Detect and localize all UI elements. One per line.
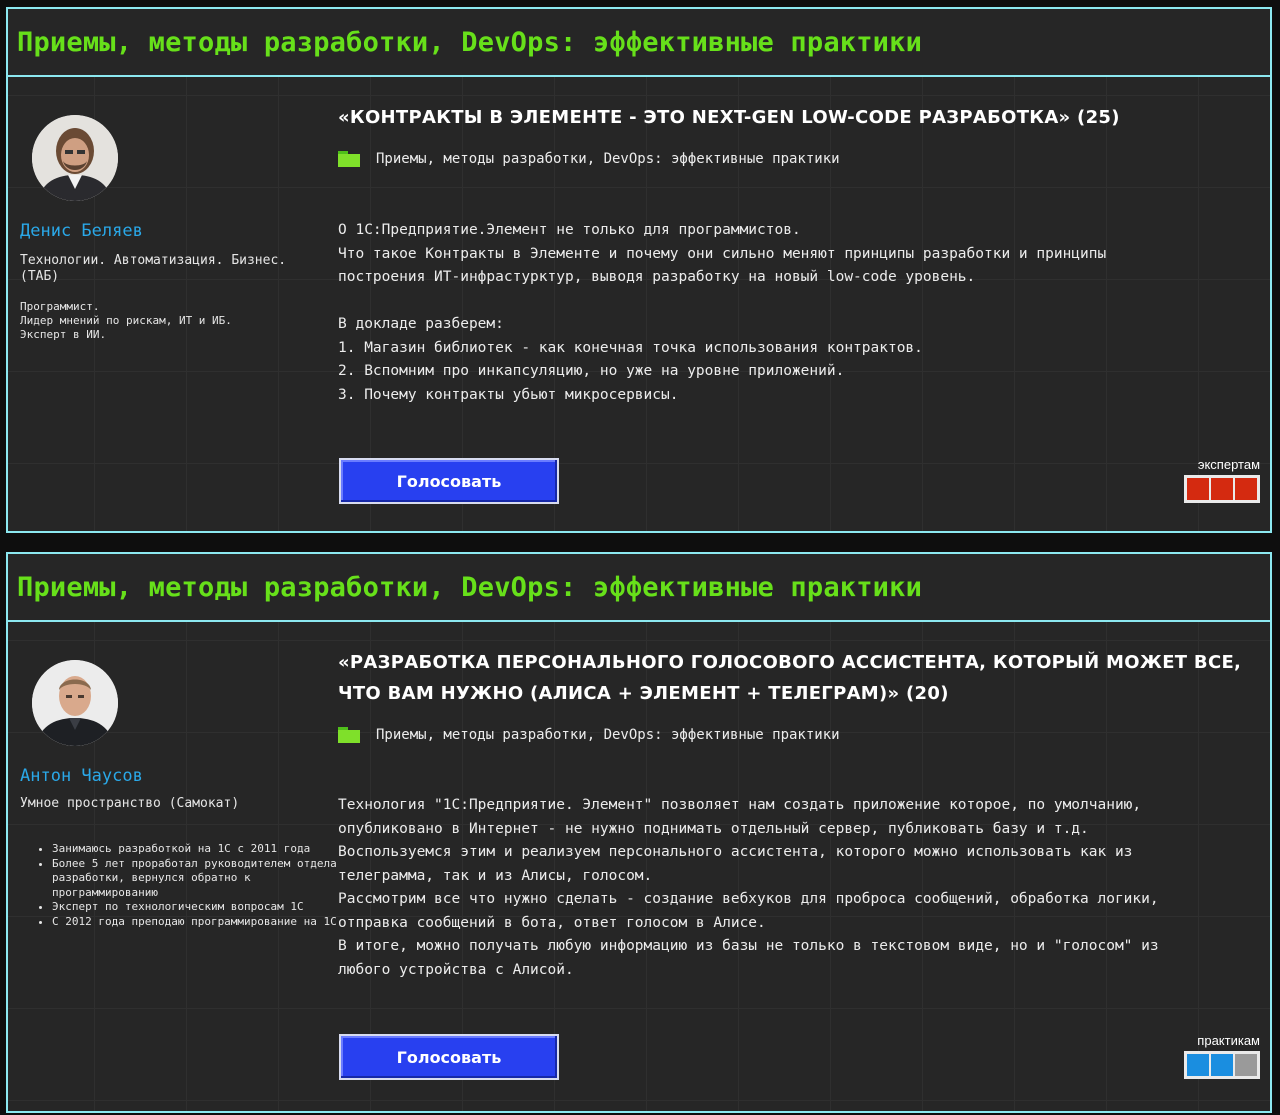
talk-description: О 1С:Предприятие.Элемент не только для п… [338,219,1238,407]
category-row: Приемы, методы разработки, DevOps: эффек… [338,151,840,167]
talk-title[interactable]: «КОНТРАКТЫ В ЭЛЕМЕНТЕ - ЭТО NEXT-GEN LOW… [338,102,1248,133]
speaker-avatar [32,660,118,746]
category-row: Приемы, методы разработки, DevOps: эффек… [338,727,840,743]
description-line: опубликовано в Интернет - не нужно подни… [338,820,1089,837]
vote-button[interactable]: Голосовать [339,458,559,504]
rating-boxes [1184,475,1260,503]
speaker-avatar [32,115,118,201]
description-line: Рассмотрим все что нужно сделать - созда… [338,891,1159,907]
bio-item: Более 5 лет проработал руководителем отд… [52,857,348,901]
category-label: Приемы, методы разработки, DevOps: эффек… [376,151,840,167]
description-line [338,290,1238,314]
track-title: Приемы, методы разработки, DevOps: эффек… [17,26,923,58]
bio-line: Лидер мнений по рискам, ИТ и ИБ. [20,314,232,327]
bio-item: Занимаюсь разработкой на 1С с 2011 года [52,842,348,857]
rating-badge: практикам [1184,1033,1260,1079]
rating-box [1235,478,1257,500]
rating-badge: экспертам [1184,457,1260,503]
track-title: Приемы, методы разработки, DevOps: эффек… [17,571,923,603]
bio-item: С 2012 года преподаю программирование на… [52,915,348,930]
rating-box [1187,1054,1209,1076]
speaker-company: Умное пространство (Самокат) [20,796,240,811]
talk-title[interactable]: «РАЗРАБОТКА ПЕРСОНАЛЬНОГО ГОЛОСОВОГО АСС… [338,647,1248,709]
bio-line: Эксперт в ИИ. [20,328,107,341]
rating-boxes [1184,1051,1260,1079]
bio-line: Программист. [20,300,100,313]
description-line: 3. Почему контракты убьют микросервисы. [338,386,679,403]
description-line: В итоге, можно получать любую информацию… [338,938,1159,954]
rating-label: экспертам [1197,457,1260,472]
speaker-company: Технологии. Автоматизация. Бизнес. (ТАБ) [20,253,287,284]
rating-box [1187,478,1209,500]
speaker-name[interactable]: Антон Чаусов [20,766,143,786]
description-line: О 1С:Предприятие.Элемент не только для п… [338,222,801,238]
speaker-bio: Программист. Лидер мнений по рискам, ИТ … [20,300,320,342]
talk-card: Приемы, методы разработки, DevOps: эффек… [6,7,1272,533]
rating-label: практикам [1197,1033,1260,1048]
card-body: Антон Чаусов Умное пространство (Самокат… [8,622,1270,1113]
description-line: 2. Вспомним про инкапсуляцию, но уже на … [338,363,845,379]
speaker-name[interactable]: Денис Беляев [20,221,143,241]
description-line: Воспользуемся этим и реализуем персональ… [338,844,1133,860]
description-line: отправка сообщений в бота, ответ голосом… [338,914,766,931]
description-line: телеграмма, так и из Алисы, голосом. [338,867,653,884]
description-line: любого устройства с Алисой. [338,961,574,978]
card-header: Приемы, методы разработки, DevOps: эффек… [8,554,1270,622]
description-line: В докладе разберем: [338,316,504,332]
description-line: построения ИТ-инфрастурктур, выводя разр… [338,269,976,285]
card-header: Приемы, методы разработки, DevOps: эффек… [8,9,1270,77]
speaker-bio-list: Занимаюсь разработкой на 1С с 2011 года … [22,842,348,930]
rating-box [1211,1054,1233,1076]
vote-button[interactable]: Голосовать [339,1034,559,1080]
folder-icon [338,727,360,743]
description-line: Технология "1С:Предприятие. Элемент" поз… [338,797,1142,813]
talk-card: Приемы, методы разработки, DevOps: эффек… [6,552,1272,1113]
description-line: Что такое Контракты в Элементе и почему … [338,245,1107,262]
description-line: 1. Магазин библиотек - как конечная точк… [338,339,923,356]
card-body: Денис Беляев Технологии. Автоматизация. … [8,77,1270,533]
talk-description: Технология "1С:Предприятие. Элемент" поз… [338,794,1238,982]
rating-box [1211,478,1233,500]
category-label: Приемы, методы разработки, DevOps: эффек… [376,727,840,743]
bio-item: Эксперт по технологическим вопросам 1С [52,900,348,915]
folder-icon [338,151,360,167]
rating-box [1235,1054,1257,1076]
